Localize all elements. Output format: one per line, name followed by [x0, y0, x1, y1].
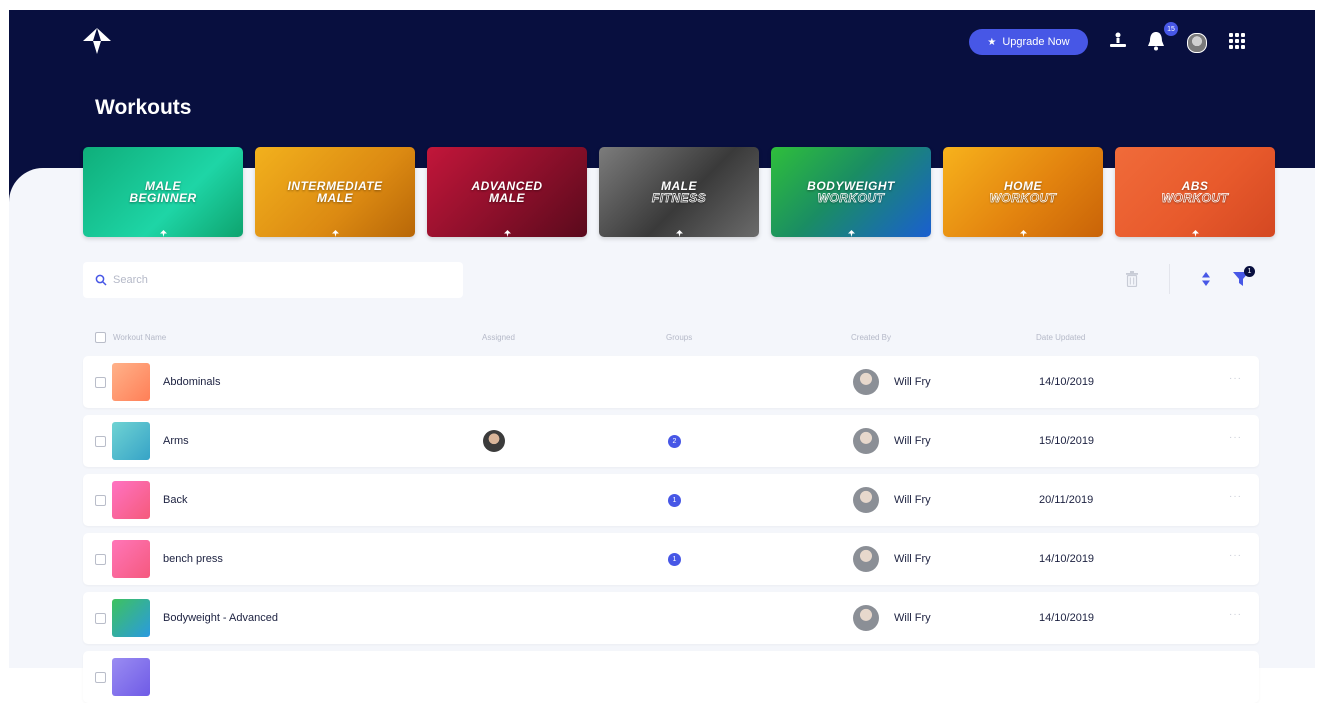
- filter-count-badge: 1: [1244, 266, 1255, 277]
- notification-badge: 15: [1164, 22, 1178, 36]
- workout-thumbnail: [112, 658, 150, 696]
- workout-banner-card[interactable]: MALE BEGINNER: [83, 147, 243, 237]
- workout-thumbnail: [112, 540, 150, 578]
- select-all-checkbox[interactable]: [95, 332, 106, 343]
- row-checkbox[interactable]: [95, 436, 106, 447]
- workout-banner-card[interactable]: BODYWEIGHT WORKOUT: [771, 147, 931, 237]
- row-checkbox[interactable]: [95, 495, 106, 506]
- creator-avatar: [853, 369, 879, 395]
- creator-name: Will Fry: [894, 435, 931, 447]
- group-count-badge: 1: [668, 553, 681, 566]
- creator-avatar: [853, 487, 879, 513]
- column-header-created-by[interactable]: Created By: [851, 333, 891, 342]
- search-input[interactable]: [111, 273, 445, 287]
- more-options-icon[interactable]: ···: [1229, 609, 1242, 620]
- more-options-icon[interactable]: ···: [1229, 550, 1242, 561]
- row-checkbox[interactable]: [95, 377, 106, 388]
- workout-banner-card[interactable]: INTERMEDIATE MALE: [255, 147, 415, 237]
- table-row[interactable]: Bodyweight - Advanced Will Fry 14/10/2019 ·…: [83, 592, 1259, 644]
- date-updated: 14/10/2019: [1039, 376, 1095, 388]
- column-header-groups[interactable]: Groups: [666, 333, 692, 342]
- workout-name[interactable]: Back: [163, 494, 187, 506]
- banner-line-2: MALE: [317, 191, 353, 205]
- date-updated: 14/10/2019: [1039, 553, 1095, 565]
- banner-logo-icon: [504, 224, 511, 237]
- creator-name: Will Fry: [894, 376, 931, 388]
- creator-avatar: [853, 605, 879, 631]
- search-icon: [95, 274, 107, 286]
- banner-line-2: WORKOUT: [989, 191, 1057, 205]
- group-count-badge: 2: [668, 435, 681, 448]
- notification-bell-icon[interactable]: [1146, 30, 1166, 52]
- workout-name[interactable]: Abdominals: [163, 376, 220, 388]
- row-checkbox[interactable]: [95, 613, 106, 624]
- table-row[interactable]: Arms 2 Will Fry 15/10/2019 ···: [83, 415, 1259, 467]
- workout-banner-card[interactable]: MALE FITNESS: [599, 147, 759, 237]
- search-box[interactable]: [83, 262, 463, 298]
- creator-avatar: [853, 546, 879, 572]
- creator-avatar: [853, 428, 879, 454]
- banner-line-2: BEGINNER: [129, 191, 197, 205]
- banner-line-2: FITNESS: [651, 191, 707, 205]
- more-options-icon[interactable]: ···: [1229, 491, 1242, 502]
- banner-logo-icon: [160, 224, 167, 237]
- banner-logo-icon: [848, 224, 855, 237]
- workout-banner-card[interactable]: ADVANCED MALE: [427, 147, 587, 237]
- banner-logo-icon: [332, 224, 339, 237]
- trash-icon[interactable]: [1126, 271, 1138, 287]
- table-row[interactable]: bench press 1 Will Fry 14/10/2019 ···: [83, 533, 1259, 585]
- table-row[interactable]: Back 1 Will Fry 20/11/2019 ···: [83, 474, 1259, 526]
- upgrade-now-button[interactable]: ★ Upgrade Now: [969, 29, 1088, 55]
- sort-icon[interactable]: [1201, 270, 1211, 288]
- apps-grid-icon[interactable]: [1229, 33, 1245, 49]
- date-updated: 15/10/2019: [1039, 435, 1095, 447]
- banner-line-2: WORKOUT: [1161, 191, 1229, 205]
- table-row[interactable]: [83, 651, 1259, 703]
- row-checkbox[interactable]: [95, 672, 106, 683]
- page-title: Workouts: [95, 96, 192, 119]
- column-header-date-updated[interactable]: Date Updated: [1036, 333, 1085, 342]
- date-updated: 14/10/2019: [1039, 612, 1095, 624]
- column-header-assigned[interactable]: Assigned: [482, 333, 515, 342]
- creator-name: Will Fry: [894, 494, 931, 506]
- banner-logo-icon: [676, 224, 683, 237]
- date-updated: 20/11/2019: [1039, 494, 1094, 506]
- group-count-badge: 1: [668, 494, 681, 507]
- workout-name[interactable]: Arms: [163, 435, 189, 447]
- workout-banner-card[interactable]: ABS WORKOUT: [1115, 147, 1275, 237]
- upgrade-label: Upgrade Now: [1002, 36, 1070, 48]
- column-header-workout-name[interactable]: Workout Name: [113, 333, 166, 342]
- more-options-icon[interactable]: ···: [1229, 432, 1242, 443]
- creator-name: Will Fry: [894, 553, 931, 565]
- table-row[interactable]: Abdominals Will Fry 14/10/2019 ···: [83, 356, 1259, 408]
- banner-logo-icon: [1020, 224, 1027, 237]
- workout-name[interactable]: bench press: [163, 553, 223, 565]
- workout-thumbnail: [112, 422, 150, 460]
- more-options-icon[interactable]: ···: [1229, 373, 1242, 384]
- trainer-icon[interactable]: [1108, 31, 1128, 51]
- assigned-avatar: [483, 430, 505, 452]
- banner-logo-icon: [1192, 224, 1199, 237]
- app-logo-icon[interactable]: [82, 26, 112, 56]
- user-avatar[interactable]: [1187, 33, 1207, 53]
- banner-line-2: WORKOUT: [817, 191, 885, 205]
- toolbar-divider: [1169, 264, 1170, 294]
- workout-thumbnail: [112, 481, 150, 519]
- workout-thumbnail: [112, 599, 150, 637]
- creator-name: Will Fry: [894, 612, 931, 624]
- star-icon: ★: [987, 36, 997, 48]
- banner-line-2: MALE: [489, 191, 525, 205]
- workout-thumbnail: [112, 363, 150, 401]
- row-checkbox[interactable]: [95, 554, 106, 565]
- workout-name[interactable]: Bodyweight - Advanced: [163, 612, 278, 624]
- workout-banner-card[interactable]: HOME WORKOUT: [943, 147, 1103, 237]
